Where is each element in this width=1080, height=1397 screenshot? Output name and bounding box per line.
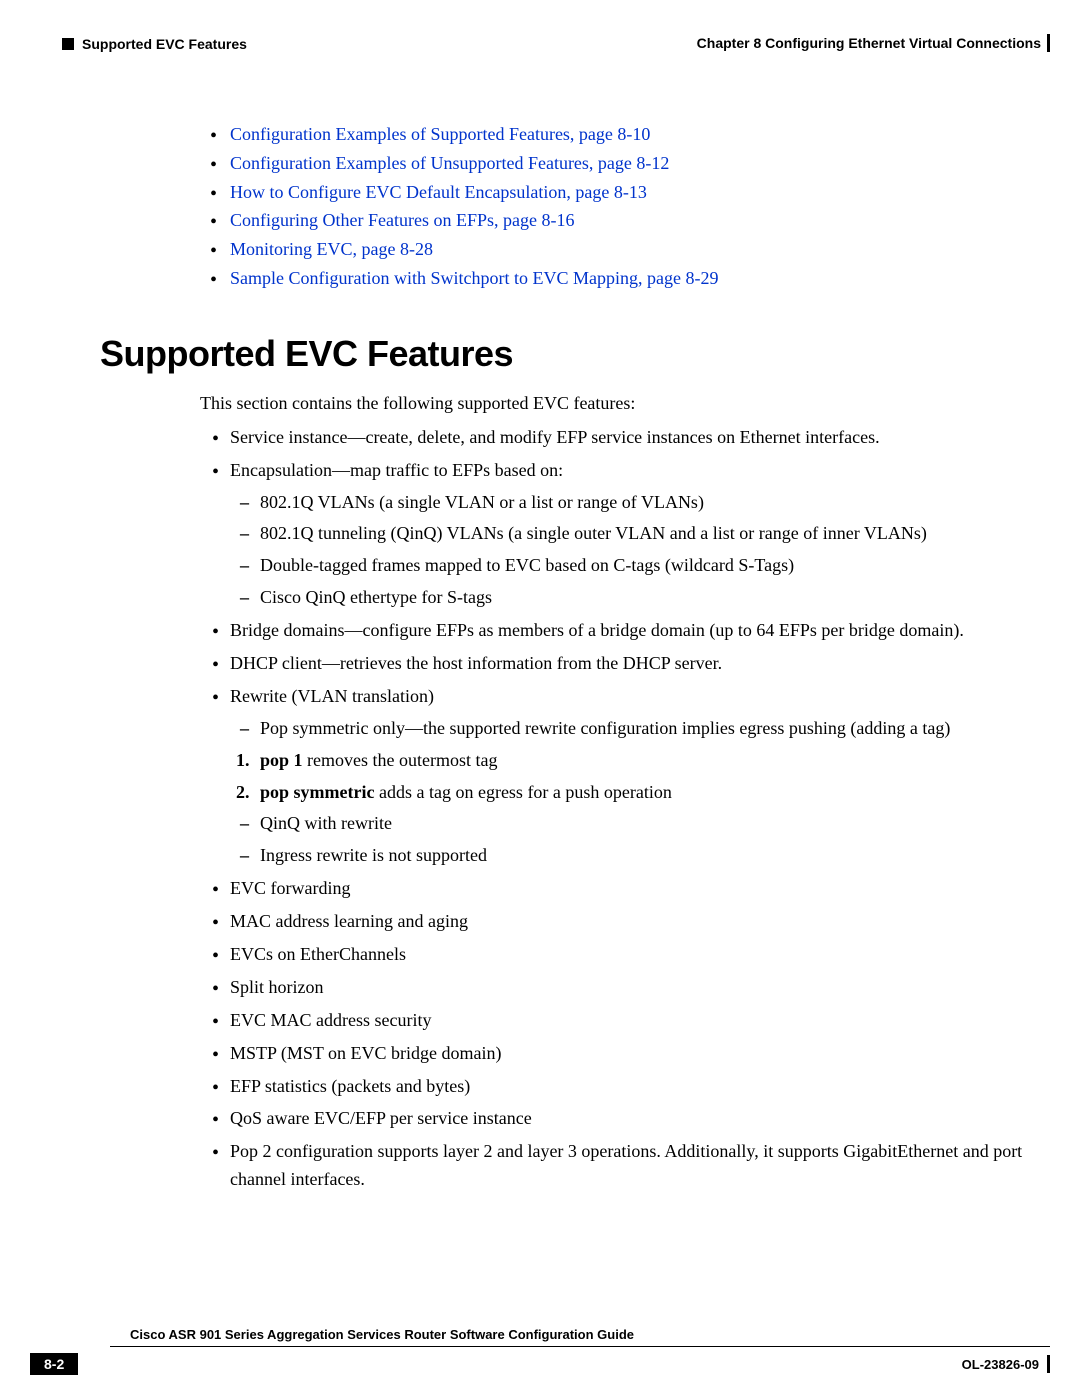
list-item: EVC MAC address security xyxy=(230,1007,1040,1035)
doc-id: OL-23826-09 xyxy=(962,1357,1039,1372)
feature-list: Service instance—create, delete, and mod… xyxy=(200,424,1040,1194)
toc-link[interactable]: Configuration Examples of Unsupported Fe… xyxy=(200,149,1040,178)
numbered-list: pop 1 removes the outermost tag pop symm… xyxy=(230,747,1040,807)
sub-item: 802.1Q VLANs (a single VLAN or a list or… xyxy=(260,489,1040,517)
footer-right: OL-23826-09 xyxy=(962,1355,1050,1373)
toc-link[interactable]: Configuring Other Features on EFPs, page… xyxy=(200,206,1040,235)
numbered-item: pop symmetric adds a tag on egress for a… xyxy=(260,779,1040,807)
square-bullet-icon xyxy=(62,38,74,50)
list-item: EVC forwarding xyxy=(230,875,1040,903)
sub-item: Double-tagged frames mapped to EVC based… xyxy=(260,552,1040,580)
list-item: Rewrite (VLAN translation) Pop symmetric… xyxy=(230,683,1040,870)
list-item: MAC address learning and aging xyxy=(230,908,1040,936)
list-item: Encapsulation—map traffic to EFPs based … xyxy=(230,457,1040,612)
sub-item: 802.1Q tunneling (QinQ) VLANs (a single … xyxy=(260,520,1040,548)
sub-item: Cisco QinQ ethertype for S-tags xyxy=(260,584,1040,612)
list-item: MSTP (MST on EVC bridge domain) xyxy=(230,1040,1040,1068)
header-right: Chapter 8 Configuring Ethernet Virtual C… xyxy=(697,34,1050,52)
header-section-title: Supported EVC Features xyxy=(82,36,247,52)
numbered-item: pop 1 removes the outermost tag xyxy=(260,747,1040,775)
sub-list: QinQ with rewrite Ingress rewrite is not… xyxy=(230,810,1040,870)
sub-list: 802.1Q VLANs (a single VLAN or a list or… xyxy=(230,489,1040,613)
footer-divider xyxy=(110,1346,1050,1347)
encapsulation-label: Encapsulation—map traffic to EFPs based … xyxy=(230,460,563,480)
header-chapter: Chapter 8 Configuring Ethernet Virtual C… xyxy=(697,35,1041,51)
page-header: Supported EVC Features Chapter 8 Configu… xyxy=(62,34,1050,52)
bold-term: pop symmetric xyxy=(260,782,374,802)
toc-link[interactable]: How to Configure EVC Default Encapsulati… xyxy=(200,178,1040,207)
list-item: Bridge domains—configure EFPs as members… xyxy=(230,617,1040,645)
page-footer: Cisco ASR 901 Series Aggregation Service… xyxy=(30,1327,1050,1375)
vertical-bar-icon xyxy=(1047,34,1050,52)
sub-item: Pop symmetric only—the supported rewrite… xyxy=(260,715,1040,743)
sub-item: Ingress rewrite is not supported xyxy=(260,842,1040,870)
rewrite-label: Rewrite (VLAN translation) xyxy=(230,686,434,706)
sub-list: Pop symmetric only—the supported rewrite… xyxy=(230,715,1040,743)
page-number-badge: 8-2 xyxy=(30,1353,78,1375)
list-item: Pop 2 configuration supports layer 2 and… xyxy=(230,1138,1040,1194)
footer-row: 8-2 OL-23826-09 xyxy=(30,1353,1050,1375)
footer-guide-title: Cisco ASR 901 Series Aggregation Service… xyxy=(130,1327,1050,1342)
page-content: Configuration Examples of Supported Feat… xyxy=(200,120,1040,1199)
term-desc: removes the outermost tag xyxy=(303,750,498,770)
sub-item: QinQ with rewrite xyxy=(260,810,1040,838)
toc-link[interactable]: Monitoring EVC, page 8-28 xyxy=(200,235,1040,264)
term-desc: adds a tag on egress for a push operatio… xyxy=(374,782,671,802)
toc-link[interactable]: Configuration Examples of Supported Feat… xyxy=(200,120,1040,149)
list-item: EFP statistics (packets and bytes) xyxy=(230,1073,1040,1101)
list-item: Split horizon xyxy=(230,974,1040,1002)
intro-text: This section contains the following supp… xyxy=(200,393,1040,414)
header-left: Supported EVC Features xyxy=(62,36,247,52)
list-item: QoS aware EVC/EFP per service instance xyxy=(230,1105,1040,1133)
section-heading: Supported EVC Features xyxy=(100,333,1040,375)
list-item: Service instance—create, delete, and mod… xyxy=(230,424,1040,452)
vertical-bar-icon xyxy=(1047,1355,1050,1373)
bold-term: pop 1 xyxy=(260,750,303,770)
toc-link[interactable]: Sample Configuration with Switchport to … xyxy=(200,264,1040,293)
list-item: EVCs on EtherChannels xyxy=(230,941,1040,969)
list-item: DHCP client—retrieves the host informati… xyxy=(230,650,1040,678)
toc-list: Configuration Examples of Supported Feat… xyxy=(200,120,1040,293)
